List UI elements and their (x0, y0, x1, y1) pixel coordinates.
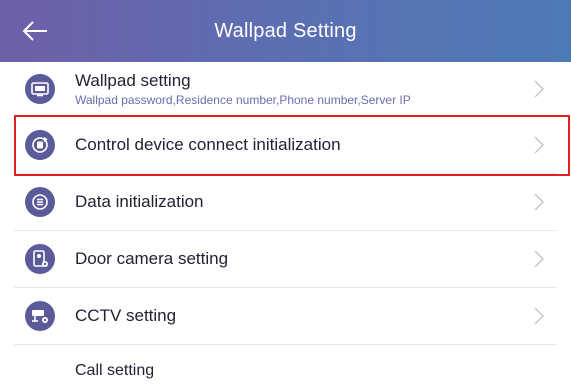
chevron-right-icon (534, 307, 544, 325)
back-arrow-icon[interactable] (20, 18, 50, 44)
item-title: Wallpad setting (75, 71, 191, 90)
item-title: Data initialization (75, 192, 204, 211)
item-title: Door camera setting (75, 249, 229, 268)
page-title: Wallpad Setting (214, 19, 357, 42)
cctv-setting-item[interactable]: CCTV setting (14, 288, 557, 345)
item-subtitle: Wallpad password,Residence number,Phone … (75, 93, 411, 107)
item-title: CCTV setting (75, 306, 177, 325)
data-reset-icon (25, 187, 55, 217)
door-camera-setting-item[interactable]: Door camera setting (14, 231, 557, 288)
data-init-item[interactable]: Data initialization (14, 174, 557, 231)
cctv-icon (25, 301, 55, 331)
door-camera-icon (25, 244, 55, 274)
chevron-right-icon (534, 136, 544, 154)
control-device-init-item[interactable]: Control device connect initialization (14, 117, 557, 174)
chevron-right-icon (534, 250, 544, 268)
item-title: Call setting (75, 362, 155, 379)
chevron-right-icon (534, 193, 544, 211)
wallpad-icon (25, 74, 55, 104)
call-setting-item[interactable]: Call setting (14, 345, 557, 385)
chevron-right-icon (534, 80, 544, 98)
settings-list: Wallpad setting Wallpad password,Residen… (0, 62, 571, 385)
wallpad-setting-item[interactable]: Wallpad setting Wallpad password,Residen… (14, 62, 557, 117)
item-title: Control device connect initialization (75, 135, 341, 154)
device-reset-icon (25, 130, 55, 160)
app-header: Wallpad Setting (0, 0, 571, 62)
